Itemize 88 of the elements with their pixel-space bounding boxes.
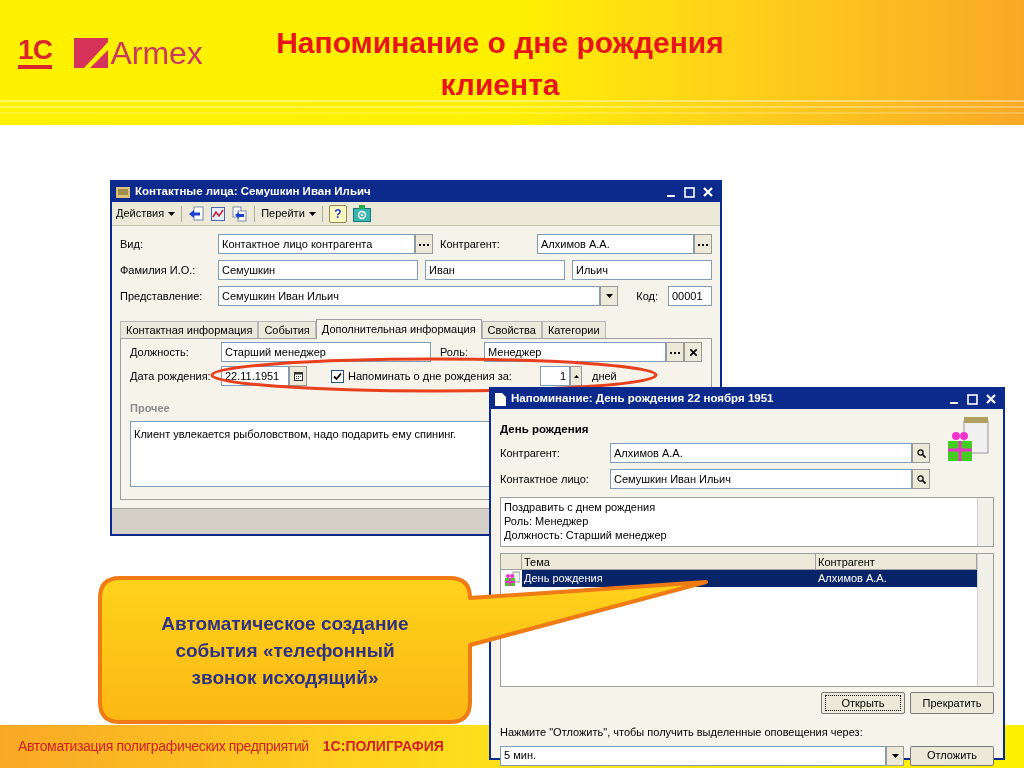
field-label: Должность: [130,344,190,360]
dropdown-button[interactable] [600,286,618,306]
help-button[interactable]: ? [328,204,347,223]
postpone-button[interactable]: Отложить [910,745,994,766]
text-field[interactable]: 5 мин. [500,745,886,766]
calendar-icon [293,371,303,381]
ellipsis-icon [670,350,680,354]
text-field[interactable]: Иван [425,260,565,280]
text-field[interactable]: 1 [540,366,570,386]
close-icon [689,348,697,356]
tab[interactable]: Свойства [481,321,542,338]
search-icon [916,448,926,458]
scrollbar[interactable] [977,498,993,546]
spin-button[interactable] [570,366,582,386]
section-heading: День рождения [500,422,590,437]
select-button[interactable] [415,234,433,254]
text-field[interactable]: Алхимов А.А. [537,234,694,254]
folder-icon [116,186,130,198]
memo-line: Роль: Менеджер [504,514,590,528]
table-cell-text: День рождения [523,571,604,586]
field-label: Контрагент: [500,445,561,461]
brand-name: Armex [110,36,203,69]
field-label: Контрагент: [439,236,501,252]
close-icon[interactable] [703,187,713,197]
tab[interactable]: Контактная информация [120,321,259,338]
search-button[interactable] [912,443,930,463]
memo-line: Должность: Старший менеджер [504,528,668,542]
text-field[interactable]: Старший менеджер [221,342,431,362]
field-label: Контактное лицо: [500,471,590,487]
text-field[interactable]: 00001 [668,286,712,306]
dialog-button[interactable]: Прекратить [910,692,994,714]
slide-title: Напоминание о дне рождения клиента [275,25,725,103]
field-label: Дата рождения: [130,368,212,384]
caret-icon [308,211,316,216]
hint-text: Нажмите "Отложить", чтобы получить выделенные оповещения через: [500,725,864,740]
calendar-button[interactable] [289,366,307,386]
dropdown-button[interactable] [886,745,904,766]
menu-button[interactable]: Перейти [261,205,316,222]
footer-brand: 1С:ПОЛИГРАФИЯ [322,737,444,756]
maximize-icon[interactable] [684,186,695,198]
search-button[interactable] [912,469,930,489]
column-header[interactable]: Тема [522,554,816,569]
text-field[interactable]: Ильич [572,260,712,280]
field-label: Код: [636,288,659,304]
field-label: Напоминать о дне рождения за: [347,368,513,384]
ellipsis-icon [698,242,708,246]
dialog-button[interactable]: Открыть [821,692,905,714]
window-title: Напоминание: День рождения 22 ноября 1951 [511,391,775,407]
maximize-icon[interactable] [967,393,978,405]
field-label: Фамилия И.О.: [120,262,197,278]
clear-button[interactable] [684,342,702,362]
field-label: Роль: [439,344,469,360]
select-button[interactable] [666,342,684,362]
up-arrow-icon [573,374,579,378]
select-button[interactable] [694,234,712,254]
caret-icon [891,753,899,758]
scrollbar[interactable] [977,554,993,686]
text-field[interactable]: Контактное лицо контрагента [218,234,415,254]
table-cell-text: Алхимов А.А. [817,571,888,586]
tab[interactable]: Категории [541,321,606,338]
menu-button[interactable]: Действия [116,205,176,222]
field-label: Вид: [120,236,144,252]
text-field[interactable]: Алхимов А.А. [610,443,912,463]
caret-icon [168,211,176,216]
document-icon [495,392,506,406]
search-icon [916,474,926,484]
chart-document-icon[interactable] [210,205,227,222]
text-field[interactable]: Семушкин [218,260,418,280]
text-field[interactable]: Семушкин Иван Ильич [610,469,912,489]
field-label: Представление: [120,288,204,304]
documents-arrow-icon[interactable] [232,205,249,222]
text-field[interactable]: Семушкин Иван Ильич [218,286,600,306]
arrow-left-icon[interactable] [188,205,205,222]
memo-line: Поздравить с днем рождения [504,500,657,514]
window-title: Контактные лица: Семушкин Иван Ильич [135,184,372,200]
armex-mark-icon [74,37,109,68]
table-row[interactable]: День рождения Алхимов А.А. [501,570,977,587]
caret-icon [605,294,613,298]
callout-text: Автоматическое создание события «телефонный звонок исходящий» [160,611,410,690]
brand-logo: 1С [18,36,53,69]
checkbox[interactable] [331,369,344,383]
tab[interactable]: Дополнительная информация [315,319,482,339]
ellipsis-icon [419,242,429,246]
tab[interactable]: События [258,321,316,338]
footer-text: Автоматизация полиграфических предприятий [18,737,309,756]
text-field[interactable]: Менеджер [484,342,666,362]
close-icon[interactable] [986,394,996,404]
field-label: дней [591,368,617,384]
